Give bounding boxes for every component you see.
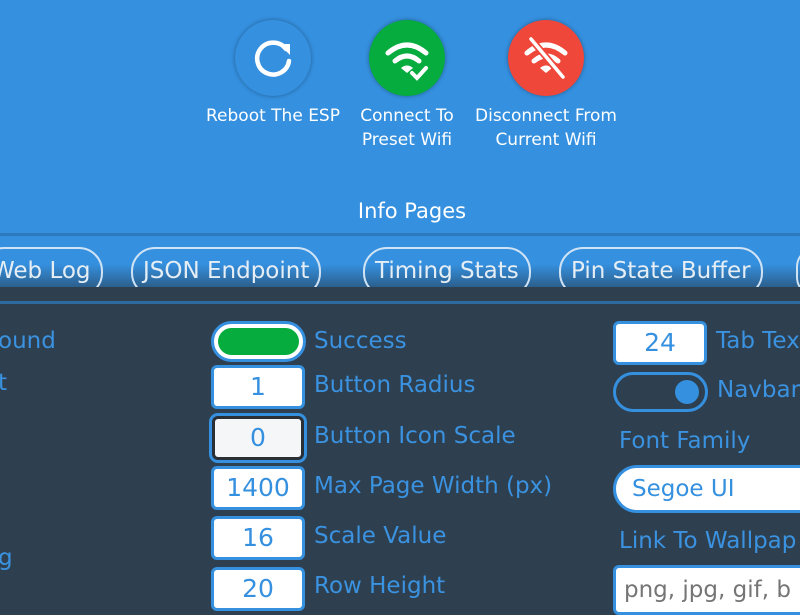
tab-json-endpoint[interactable]: JSON Endpoint (131, 247, 322, 287)
navbar-label: Navbar (717, 377, 800, 403)
button-radius-input[interactable]: 1 (211, 365, 305, 409)
scale-value-input[interactable]: 16 (211, 516, 305, 560)
max-page-width-label: Max Page Width (px) (314, 473, 553, 499)
disconnect-wifi-button[interactable]: Disconnect From Current Wifi (468, 20, 624, 152)
connect-wifi-label: Connect To Preset Wifi (360, 106, 454, 150)
divider (0, 301, 800, 304)
success-label: Success (314, 328, 407, 354)
info-pages-title: Info Pages (357, 199, 467, 223)
row-height-input[interactable]: 20 (211, 567, 305, 611)
reboot-label: Reboot The ESP (206, 106, 340, 126)
row-height-label: Row Height (314, 573, 446, 599)
tab-text-input[interactable]: 24 (613, 321, 707, 365)
info-tabs: Web Log JSON Endpoint Timing Stats Pin S… (0, 236, 800, 287)
success-color-picker[interactable] (211, 321, 306, 362)
setting-label: ound (0, 328, 56, 354)
wallpaper-label: Link To Wallpap (619, 528, 797, 554)
tab-more[interactable] (796, 247, 800, 287)
button-icon-scale-label: Button Icon Scale (314, 423, 516, 449)
reboot-button[interactable]: Reboot The ESP (200, 20, 346, 128)
tab-text-label: Tab Tex (716, 328, 800, 354)
setting-label: g (0, 545, 13, 571)
wifi-check-icon (369, 20, 445, 96)
connect-wifi-button[interactable]: Connect To Preset Wifi (352, 20, 462, 152)
font-family-label: Font Family (619, 428, 751, 454)
font-family-select[interactable]: Segoe UI (613, 465, 800, 513)
wifi-off-icon (508, 20, 584, 96)
tab-pin-state-buffer[interactable]: Pin State Buffer (559, 247, 763, 287)
wallpaper-input[interactable] (613, 565, 800, 615)
button-radius-label: Button Radius (314, 372, 476, 398)
navbar-toggle[interactable] (613, 372, 708, 412)
max-page-width-input[interactable]: 1400 (211, 466, 305, 510)
tab-web-log[interactable]: Web Log (0, 247, 103, 287)
refresh-icon (235, 20, 311, 96)
button-icon-scale-input[interactable]: 0 (212, 416, 304, 460)
setting-label: t (0, 370, 8, 396)
scale-value-label: Scale Value (314, 523, 447, 549)
tab-timing-stats[interactable]: Timing Stats (363, 247, 531, 287)
disconnect-wifi-label: Disconnect From Current Wifi (475, 106, 617, 150)
